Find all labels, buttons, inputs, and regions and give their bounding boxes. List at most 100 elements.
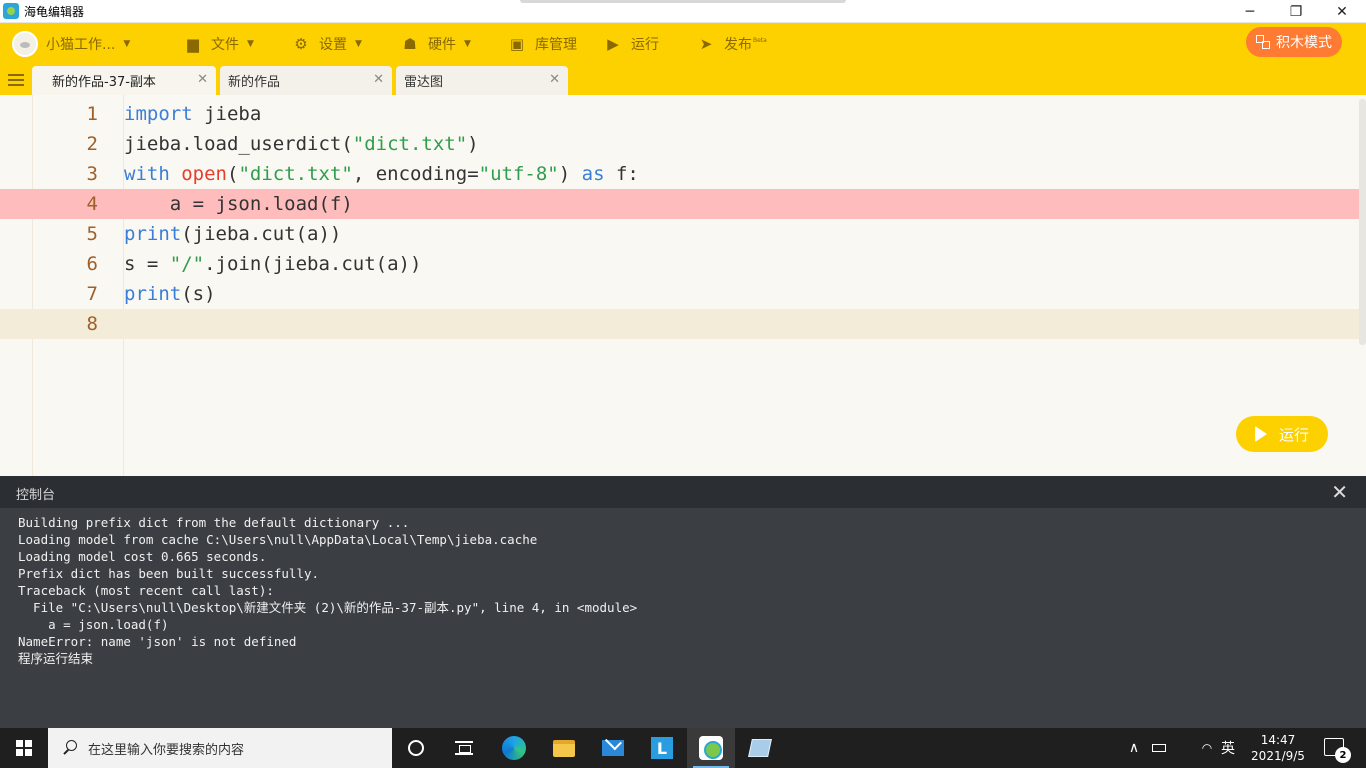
tab-radar-chart[interactable]: 雷达图 ✕ — [396, 66, 568, 95]
input-language[interactable]: 英 — [1216, 728, 1240, 768]
close-window-button[interactable]: ✕ — [1319, 0, 1365, 23]
close-icon[interactable]: ✕ — [549, 72, 560, 87]
code-text: s = "/".join(jieba.cut(a)) — [124, 249, 421, 279]
taskbar-turtle-editor[interactable] — [687, 728, 735, 768]
console-line: NameError: name 'json' is not defined — [18, 634, 297, 649]
publish-button[interactable]: ➤ 发布 Beta — [697, 23, 767, 65]
tab-new-work-37-copy[interactable]: 新的作品-37-副本 ✕ — [32, 66, 216, 95]
console-header: 控制台 ✕ — [0, 476, 1366, 508]
beta-badge: Beta — [753, 36, 767, 44]
hardware-menu[interactable]: ☗ 硬件 ▼ — [401, 23, 471, 65]
code-token: open — [181, 163, 227, 185]
chevron-down-icon: ▼ — [123, 39, 131, 49]
publish-label: 发布 — [724, 37, 752, 53]
code-token: import — [124, 103, 193, 125]
library-manager-button[interactable]: ▣ 库管理 — [508, 23, 577, 65]
minimize-button[interactable]: ─ — [1227, 0, 1273, 23]
chevron-down-icon: ▼ — [464, 39, 471, 49]
console-line: 程序运行结束 — [18, 651, 94, 666]
tab-label: 雷达图 — [404, 75, 444, 90]
restore-button[interactable]: ❐ — [1273, 0, 1319, 23]
console-line: Building prefix dict from the default di… — [18, 515, 410, 530]
taskbar-notepad[interactable] — [736, 728, 784, 768]
turtle-editor-icon — [699, 736, 723, 760]
user-menu[interactable]: 小猫工作... ▼ — [12, 23, 130, 65]
code-line[interactable]: 2 jieba.load_userdict("dict.txt") — [0, 129, 1366, 159]
code-token: jieba — [192, 103, 262, 125]
code-token: (s) — [181, 283, 216, 305]
file-explorer-icon — [553, 739, 575, 757]
run-button-label: 运行 — [1278, 425, 1309, 444]
code-editor[interactable]: 1 import jieba 2 jieba.load_userdict("dict.… — [0, 95, 1366, 476]
block-mode-button[interactable]: 积木模式 — [1246, 27, 1342, 57]
start-button[interactable] — [0, 728, 48, 768]
settings-menu[interactable]: ⚙ 设置 ▼ — [292, 23, 362, 65]
hardware-label: 硬件 — [428, 37, 456, 53]
code-text: jieba.load_userdict("dict.txt") — [124, 129, 479, 159]
line-number: 2 — [86, 133, 98, 155]
line-number: 4 — [86, 193, 98, 215]
code-token: as — [581, 163, 605, 185]
settings-label: 设置 — [319, 37, 347, 53]
code-line[interactable]: 4 a = json.load(f) — [0, 189, 1366, 219]
wifi-icon[interactable]: ◠ — [1196, 728, 1218, 768]
cortana-button[interactable] — [392, 728, 440, 768]
tab-label: 新的作品-37-副本 — [52, 75, 156, 90]
code-token: jieba.load_userdict( — [124, 133, 353, 155]
l-app-icon: L — [651, 737, 673, 759]
code-line[interactable]: 1 import jieba — [0, 99, 1366, 129]
taskbar-l-app[interactable]: L — [638, 728, 686, 768]
editor-scrollbar[interactable] — [1359, 99, 1366, 345]
taskbar-file-explorer[interactable] — [540, 728, 588, 768]
code-line[interactable]: 6 s = "/".join(jieba.cut(a)) — [0, 249, 1366, 279]
task-view-button[interactable] — [440, 728, 488, 768]
battery-icon[interactable] — [1148, 728, 1170, 768]
run-button[interactable]: 运行 — [1236, 416, 1328, 452]
avatar — [12, 31, 38, 57]
code-line[interactable]: 8 — [0, 309, 1366, 339]
chevron-up-icon[interactable]: ∧ — [1122, 728, 1146, 768]
console-output: Building prefix dict from the default di… — [0, 508, 1366, 728]
code-line[interactable]: 5 print(jieba.cut(a)) — [0, 219, 1366, 249]
line-number: 6 — [86, 253, 98, 275]
tab-label: 新的作品 — [228, 75, 281, 90]
close-icon[interactable]: ✕ — [1331, 480, 1348, 504]
main-toolbar: 小猫工作... ▼ ▆ 文件 ▼ ⚙ 设置 ▼ ☗ 硬件 ▼ ▣ 库管理 ▶ 运… — [0, 23, 1366, 65]
code-token: print — [124, 283, 182, 305]
line-number: 8 — [86, 313, 98, 335]
robot-icon: ☗ — [403, 35, 417, 53]
code-token: f: — [604, 163, 639, 185]
file-menu[interactable]: ▆ 文件 ▼ — [184, 23, 254, 65]
line-number: 3 — [86, 163, 98, 185]
taskbar-mail[interactable] — [589, 728, 637, 768]
file-label: 文件 — [211, 37, 239, 53]
tab-new-work[interactable]: 新的作品 ✕ — [220, 66, 392, 95]
console-line: File "C:\Users\null\Desktop\新建文件夹 (2)\新的… — [18, 600, 638, 615]
code-text: import jieba — [124, 99, 261, 129]
toolbar-run-button[interactable]: ▶ 运行 — [604, 23, 659, 65]
close-icon[interactable]: ✕ — [373, 72, 384, 87]
code-token: .join(jieba.cut(a)) — [204, 253, 422, 275]
code-token: ( — [226, 163, 239, 185]
taskbar-edge[interactable] — [490, 728, 538, 768]
cortana-icon — [408, 740, 424, 756]
tab-strip: 新的作品-37-副本 ✕ 新的作品 ✕ 雷达图 ✕ — [0, 65, 1366, 95]
line-number: 7 — [86, 283, 98, 305]
play-icon — [1254, 426, 1267, 442]
code-token: a = json.load(f) — [124, 193, 353, 215]
close-icon[interactable]: ✕ — [197, 72, 208, 87]
code-line[interactable]: 7 print(s) — [0, 279, 1366, 309]
user-label: 小猫工作... — [46, 37, 116, 53]
code-text: a = json.load(f) — [124, 189, 353, 219]
code-token: with — [124, 163, 170, 185]
taskbar-search-box[interactable]: 在这里输入你要搜索的内容 — [48, 728, 392, 768]
code-line[interactable]: 3 with open("dict.txt", encoding="utf-8")… — [0, 159, 1366, 189]
hamburger-menu-icon[interactable] — [8, 72, 24, 88]
taskbar-clock[interactable]: 14:47 2021/9/5 — [1246, 732, 1310, 764]
code-token: print — [124, 223, 182, 245]
line-number: 5 — [86, 223, 98, 245]
windows-logo-icon — [16, 740, 32, 756]
library-icon: ▣ — [509, 35, 525, 53]
window-titlebar: 海龟编辑器 ─ ❐ ✕ — [0, 0, 1366, 23]
notification-center-icon[interactable]: 2 — [1324, 738, 1351, 763]
